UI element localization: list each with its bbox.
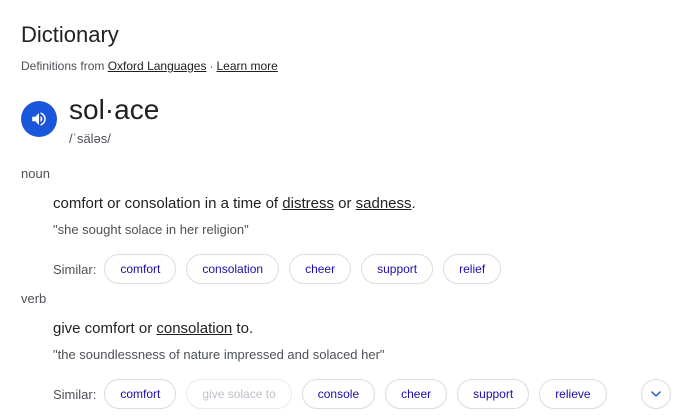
learn-more-link[interactable]: Learn more [216, 59, 277, 73]
definition-text: comfort or consolation in a time of [53, 195, 283, 212]
similar-label: Similar: [53, 386, 97, 402]
headword: sol·ace [69, 94, 160, 125]
sources-prefix: Definitions from [21, 59, 105, 73]
similar-chip-relief[interactable]: relief [443, 254, 502, 284]
similar-chip-give-solace-to: give solace to [186, 379, 292, 409]
similar-chip-comfort[interactable]: comfort [104, 379, 177, 409]
definition-text: to. [232, 320, 254, 337]
similar-chip-cheer[interactable]: cheer [289, 254, 352, 284]
similar-chip-support[interactable]: support [361, 254, 434, 284]
chevron-down-icon [651, 391, 661, 397]
definition-text: give comfort or [53, 320, 157, 337]
oxford-languages-link[interactable]: Oxford Languages [108, 59, 207, 73]
example-verb: "the soundlessness of nature impressed a… [53, 347, 385, 362]
similar-chip-relieve[interactable]: relieve [539, 379, 607, 409]
distress-link[interactable]: distress [282, 195, 334, 212]
sources-line: Definitions from Oxford Languages · Learn … [21, 59, 278, 73]
part-of-speech-verb: verb [21, 291, 47, 306]
definition-text: or [333, 195, 356, 212]
pronunciation-play-button[interactable] [21, 101, 57, 137]
similar-label: Similar: [53, 261, 97, 277]
definition-text: . [411, 195, 416, 212]
similar-chip-cheer[interactable]: cheer [385, 379, 448, 409]
consolation-link[interactable]: consolation [156, 320, 232, 337]
similar-chip-comfort[interactable]: comfort [104, 254, 177, 284]
definition-noun: comfort or consolation in a time of dist… [53, 195, 416, 212]
example-noun: "she sought solace in her religion" [53, 222, 249, 237]
part-of-speech-noun: noun [21, 166, 50, 181]
similar-chip-consolation[interactable]: consolation [186, 254, 280, 284]
dictionary-title: Dictionary [21, 22, 119, 47]
expand-more-button[interactable] [641, 379, 671, 409]
phonetic-spelling: /ˈsäləs/ [69, 131, 111, 146]
similar-chip-support[interactable]: support [457, 379, 530, 409]
volume-icon [32, 112, 46, 126]
similar-row-noun: Similar: comfort consolation cheer suppo… [53, 254, 511, 284]
definition-verb: give comfort or consolation to. [53, 320, 253, 337]
similar-chip-console[interactable]: console [301, 379, 376, 409]
sadness-link[interactable]: sadness [356, 195, 412, 212]
similar-row-verb: Similar: comfort give solace to console … [53, 379, 617, 409]
separator: · [209, 59, 214, 73]
